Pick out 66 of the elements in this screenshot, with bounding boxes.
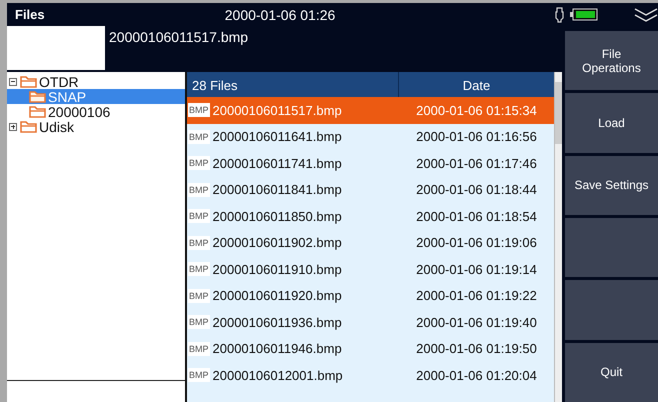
file-row[interactable]: BMP 20000106011850.bmp 2000-01-06 01:18:54 xyxy=(187,203,554,230)
scrollbar[interactable] xyxy=(554,72,562,402)
file-type-badge: BMP xyxy=(188,342,210,356)
file-name: 20000106011741.bmp xyxy=(212,156,343,171)
file-name: 20000106011910.bmp xyxy=(212,262,343,277)
tree-item[interactable]: SNAP xyxy=(7,89,185,104)
file-type-badge: BMP xyxy=(188,262,210,276)
file-name: 20000106011841.bmp xyxy=(212,182,343,198)
chevron-down-icon[interactable] xyxy=(634,8,658,22)
folder-icon xyxy=(20,120,37,133)
file-date: 2000-01-06 01:19:50 xyxy=(415,341,538,356)
file-row[interactable]: BMP 20000106011910.bmp 2000-01-06 01:19:14 xyxy=(187,256,554,282)
file-name: 20000106011946.bmp xyxy=(212,341,343,356)
file-row[interactable]: BMP 20000106011641.bmp 2000-01-06 01:16:56 xyxy=(187,124,554,150)
menu-button[interactable]: File Operations xyxy=(565,31,658,90)
file-type-badge: BMP xyxy=(188,368,210,382)
file-name: 20000106011902.bmp xyxy=(212,235,343,250)
file-type-badge: BMP xyxy=(188,130,210,144)
file-type-badge: BMP xyxy=(188,182,210,197)
file-row[interactable]: BMP 20000106011920.bmp 2000-01-06 01:19:22 xyxy=(187,282,554,309)
file-date: 2000-01-06 01:16:56 xyxy=(415,129,538,144)
file-date: 2000-01-06 01:19:22 xyxy=(415,288,538,304)
file-date: 2000-01-06 01:19:40 xyxy=(415,314,538,330)
usb-plug-icon xyxy=(555,6,564,22)
file-name: 20000106011936.bmp xyxy=(212,314,343,330)
file-name: 20000106011517.bmp xyxy=(212,102,343,118)
tree-item[interactable]: OTDR xyxy=(7,74,185,89)
battery-icon xyxy=(570,8,598,21)
file-row[interactable]: BMP 20000106011946.bmp 2000-01-06 01:19:50 xyxy=(187,336,554,362)
file-date: 2000-01-06 01:18:44 xyxy=(415,182,538,198)
datetime: 2000-01-06 01:26 xyxy=(224,6,336,22)
expand-icon[interactable] xyxy=(9,122,17,130)
tree-item[interactable]: 20000106 xyxy=(7,104,185,119)
file-name: 20000106011850.bmp xyxy=(212,208,343,224)
menu-button[interactable]: Quit xyxy=(565,342,658,402)
file-row[interactable]: BMP 20000106011936.bmp 2000-01-06 01:19:40 xyxy=(187,309,554,336)
window-title: Files xyxy=(15,7,46,22)
file-name: 20000106012001.bmp xyxy=(212,368,344,383)
column-header: Date xyxy=(462,77,492,95)
menu-button[interactable]: Load xyxy=(565,93,658,153)
file-type-badge: BMP xyxy=(188,156,210,170)
file-date: 2000-01-06 01:19:06 xyxy=(415,235,538,250)
collapse-icon[interactable] xyxy=(9,78,17,86)
file-row[interactable]: BMP 20000106011841.bmp 2000-01-06 01:18:44 xyxy=(187,176,554,203)
file-row[interactable]: BMP 20000106011902.bmp 2000-01-06 01:19:06 xyxy=(187,230,554,256)
folder-icon xyxy=(20,75,37,88)
file-type-badge: BMP xyxy=(188,288,210,303)
file-name: 20000106011920.bmp xyxy=(212,288,343,304)
file-name: 20000106011641.bmp xyxy=(212,129,343,144)
folder-icon xyxy=(29,105,46,118)
file-date: 2000-01-06 01:19:14 xyxy=(415,262,538,277)
file-date: 2000-01-06 01:15:34 xyxy=(415,102,538,118)
menu-button[interactable]: Save Settings xyxy=(565,156,658,215)
file-row[interactable]: BMP 20000106011741.bmp 2000-01-06 01:17:46 xyxy=(187,150,554,176)
folder-icon xyxy=(29,90,46,103)
tree-item[interactable]: Udisk xyxy=(7,119,185,134)
file-type-badge: BMP xyxy=(188,209,210,224)
file-type-badge: BMP xyxy=(188,103,210,118)
file-date: 2000-01-06 01:20:04 xyxy=(415,368,538,383)
file-row[interactable]: BMP 20000106012001.bmp 2000-01-06 01:20:04 xyxy=(187,362,554,388)
preview-filename: 20000106011517.bmp xyxy=(108,28,248,47)
file-row[interactable]: BMP 20000106011517.bmp 2000-01-06 01:15:34 xyxy=(187,97,554,124)
file-date: 2000-01-06 01:18:54 xyxy=(415,208,538,224)
file-type-badge: BMP xyxy=(188,236,210,250)
file-date: 2000-01-06 01:17:46 xyxy=(415,156,538,171)
file-type-badge: BMP xyxy=(188,315,210,330)
